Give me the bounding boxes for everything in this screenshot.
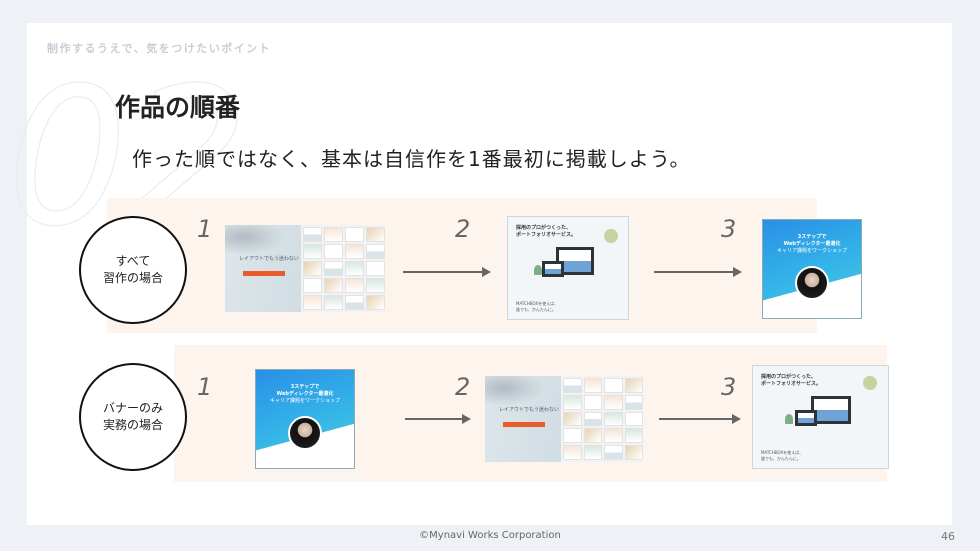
row2-step-1: 1 — [197, 373, 213, 401]
layout2-site-cta-button — [503, 422, 545, 427]
layout-site-grid — [301, 225, 385, 312]
page-number: 46 — [941, 530, 955, 543]
row2-label-circle: バナーのみ実務の場合 — [79, 363, 187, 471]
row2-thumb-banner: 3ステップで Webディレクター最適化 キャリア課題をワークショップ — [255, 369, 355, 469]
portfolio-footer-1: MATCHBOXを使えば、 — [516, 301, 559, 306]
layout2-site-grid — [561, 376, 643, 462]
portfolio2-laptop — [795, 410, 817, 426]
slide-subtitle: 作った順ではなく、基本は自信作を1番最初に掲載しよう。 — [132, 147, 691, 171]
row2-thumb-portfolio-site: 採用のプロがつくった、 ポートフォリオサービス。 MATCHBOXを使えば、 誰でも… — [752, 365, 889, 469]
row1-arrow-2 — [654, 267, 742, 277]
banner2-portrait — [288, 416, 322, 450]
portfolio-badge — [604, 229, 618, 243]
row2-arrow-2 — [659, 414, 741, 424]
row1-step-1: 1 — [197, 215, 213, 243]
row2-step-2: 2 — [455, 373, 471, 401]
banner2-line2: Webディレクター最適化 — [276, 391, 334, 397]
banner-portrait — [795, 266, 829, 300]
row1-thumb-portfolio-site: 採用のプロがつくった、 ポートフォリオサービス。 MATCHBOXを使えば、 誰でも… — [507, 216, 629, 320]
banner-line1: 3ステップで — [797, 234, 827, 240]
layout-site-heading: レイアウトでもう迷わない — [239, 256, 299, 262]
banner-line3: キャリア課題をワークショップ — [776, 248, 847, 254]
slide-title: 作品の順番 — [115, 93, 241, 122]
portfolio2-footer-2: 誰でも、かんたんに。 — [761, 456, 801, 461]
row2-arrow-1 — [405, 414, 471, 424]
row2-thumb-layout-site: レイアウトでもう迷わない — [485, 376, 643, 462]
portfolio2-badge — [863, 376, 877, 390]
row1-label-line2: 習作の場合 — [102, 271, 163, 285]
layout-site-cta-button — [243, 271, 285, 276]
portfolio2-headline-1: 採用のプロがつくった、 — [761, 374, 817, 380]
banner2-line1: 3ステップで — [290, 384, 320, 390]
slide: 02 制作するうえで、気をつけたいポイント 作品の順番 作った順ではなく、基本は… — [6, 23, 952, 525]
row2-step-3: 3 — [721, 373, 737, 401]
portfolio-laptop — [542, 261, 564, 277]
section-label: 制作するうえで、気をつけたいポイント — [47, 42, 272, 55]
row1-label-circle: すべて 習作の場合 — [79, 216, 187, 324]
portfolio2-plant — [785, 414, 793, 424]
row1-thumb-banner: 3ステップで Webディレクター最適化 キャリア課題をワークショップ — [762, 219, 862, 319]
row2-label-line1: バナーのみ — [102, 400, 163, 415]
row1-label-line1: すべて — [115, 253, 151, 268]
copyright: ©Mynavi Works Corporation — [419, 530, 561, 541]
portfolio2-headline-2: ポートフォリオサービス。 — [761, 380, 822, 387]
row1-step-2: 2 — [455, 215, 471, 243]
portfolio2-footer-1: MATCHBOXを使えば、 — [761, 450, 804, 455]
row1-thumb-layout-site: レイアウトでもう迷わない — [225, 225, 385, 312]
banner2-line3: キャリア課題をワークショップ — [269, 398, 340, 404]
row2-label-line2: 実務の場合 — [102, 418, 163, 432]
portfolio-footer-2: 誰でも、かんたんに。 — [516, 307, 556, 312]
portfolio-headline-2: ポートフォリオサービス。 — [516, 231, 577, 238]
row1-step-3: 3 — [721, 215, 737, 243]
row1-arrow-1 — [403, 267, 491, 277]
banner-line2: Webディレクター最適化 — [783, 241, 841, 247]
layout2-site-heading: レイアウトでもう迷わない — [499, 407, 559, 413]
portfolio-plant — [534, 265, 542, 275]
portfolio-headline-1: 採用のプロがつくった、 — [516, 225, 572, 231]
portfolio2-monitor — [811, 396, 851, 424]
